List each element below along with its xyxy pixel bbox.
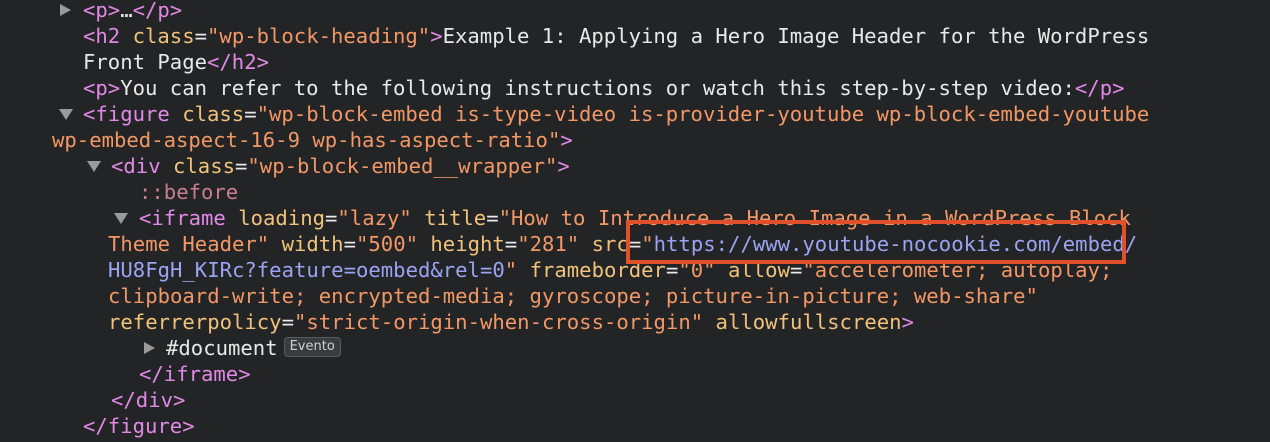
tag-close: </h2> — [207, 50, 269, 74]
attr-value-referrerpolicy: "strict-origin-when-cross-origin" — [294, 310, 704, 334]
attr-name: class — [173, 154, 235, 178]
dom-node-iframe-cont-4: referrerpolicy="strict-origin-when-cross… — [108, 309, 914, 335]
attr-value: wp-embed-aspect-16-9 wp-has-aspect-ratio… — [52, 128, 561, 152]
attr-name-height: height — [418, 232, 505, 256]
highlight-box — [626, 220, 1126, 264]
tag-open: <h2 — [83, 24, 133, 48]
tag-open: <p> — [83, 76, 121, 100]
dom-node-figure-close[interactable]: </figure> — [83, 413, 195, 439]
dom-node-p[interactable]: <p>…</p> — [83, 0, 182, 23]
attr-name: class — [132, 24, 195, 48]
dom-node-iframe-close[interactable]: </iframe> — [139, 361, 251, 387]
attr-eq: = — [281, 310, 294, 334]
attr-eq: = — [486, 206, 499, 230]
dom-node-h2[interactable]: <h2 class="wp-block-heading">Example 1: … — [83, 23, 1149, 49]
attr-value-width: "500" — [356, 232, 418, 256]
tag-close: </p> — [132, 0, 183, 22]
attr-value-height: "281" — [517, 232, 580, 256]
attr-name-loading: loading — [238, 206, 325, 230]
collapse-triangle-icon[interactable] — [58, 101, 74, 127]
tag-gt: > — [557, 154, 570, 178]
attr-name-src: src — [579, 232, 629, 256]
expand-triangle-icon[interactable] — [142, 335, 158, 361]
attr-value-title: Theme Header" — [108, 232, 270, 256]
attr-eq: = — [504, 232, 518, 256]
pseudo-element: ::before — [139, 180, 239, 204]
tag-close: </div> — [111, 388, 186, 412]
dom-node-h2-cont: Front Page</h2> — [83, 49, 269, 75]
text-node: You can refer to the following instructi… — [120, 76, 1075, 100]
attr-value: "wp-block-embed is-type-video is-provide… — [256, 102, 1150, 126]
tag-open: <p> — [83, 0, 121, 22]
attr-quote: " — [504, 258, 518, 282]
dom-node-div-close[interactable]: </div> — [111, 387, 185, 413]
attr-name-referrerpolicy: referrerpolicy — [108, 310, 282, 334]
tag-gt: > — [560, 128, 573, 152]
tag-close: </p> — [1074, 76, 1125, 100]
attr-value: "wp-block-heading" — [207, 24, 431, 48]
attr-eq: = — [244, 102, 257, 126]
text-node: Front Page — [83, 50, 207, 74]
dom-node-iframe-cont-3: clipboard-write; encrypted-media; gyrosc… — [108, 283, 1038, 309]
dom-node-pseudo-before[interactable]: ::before — [139, 179, 238, 205]
event-badge[interactable]: Evento — [283, 337, 341, 357]
document-node: #document — [166, 336, 278, 360]
attr-name: class — [182, 102, 245, 126]
src-link[interactable]: HU8FgH_KIRc?feature=oembed&rel=0 — [108, 258, 505, 282]
collapse-triangle-icon[interactable] — [113, 205, 129, 231]
attr-name-width: width — [269, 232, 344, 256]
tag-open: <figure — [83, 102, 183, 126]
attr-value-allow: clipboard-write; encrypted-media; gyrosc… — [108, 284, 1038, 308]
dom-node-p2[interactable]: <p>You can refer to the following instru… — [83, 75, 1125, 101]
tag-close: </figure> — [83, 414, 195, 438]
attr-eq: = — [343, 232, 356, 256]
collapse-triangle-icon[interactable] — [86, 153, 102, 179]
dom-node-div[interactable]: <div class="wp-block-embed__wrapper"> — [111, 153, 570, 179]
text-node: Example 1: Applying a Hero Image Header … — [442, 24, 1150, 48]
expand-triangle-icon[interactable] — [58, 0, 74, 23]
tag-close: </iframe> — [139, 362, 251, 386]
tag-open: <div — [111, 154, 173, 178]
attr-eq: = — [235, 154, 248, 178]
dom-node-figure[interactable]: <figure class="wp-block-embed is-type-vi… — [83, 101, 1149, 127]
attr-value: "wp-block-embed__wrapper" — [247, 154, 558, 178]
attr-name-allowfullscreen: allowfullscreen — [703, 310, 902, 334]
tag-open: <iframe — [139, 206, 239, 230]
attr-name-title: title — [411, 206, 487, 230]
dom-node-document[interactable]: #document Evento — [166, 335, 341, 361]
attr-eq: = — [325, 206, 338, 230]
attr-eq: = — [194, 24, 208, 48]
tag-gt: > — [430, 24, 443, 48]
elements-dom-tree: <p>…</p> <h2 class="wp-block-heading">Ex… — [0, 0, 1270, 442]
tag-gt: > — [901, 310, 914, 334]
attr-value-loading: "lazy" — [337, 206, 412, 230]
dom-node-figure-cont: wp-embed-aspect-16-9 wp-has-aspect-ratio… — [52, 127, 573, 153]
ellipsis: … — [120, 0, 133, 22]
